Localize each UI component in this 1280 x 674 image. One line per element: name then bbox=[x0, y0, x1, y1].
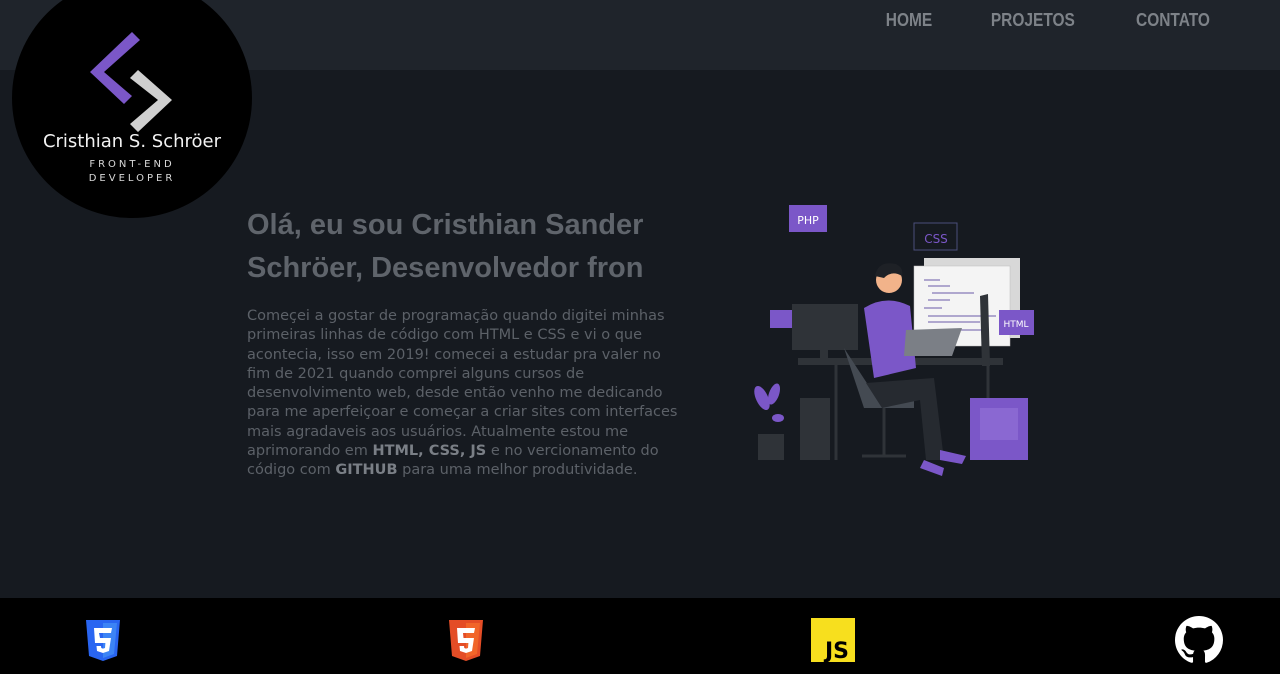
hero-headline: Olá, eu sou Cristhian Sander Schröer, De… bbox=[247, 209, 644, 284]
logo-mark-icon bbox=[90, 32, 172, 132]
css-tag: CSS bbox=[924, 232, 948, 246]
logo-name: Cristhian S. Schröer bbox=[42, 131, 222, 152]
developer-illustration: PHP CSS HTML bbox=[754, 205, 1034, 476]
main-nav: HOME PROJETOS CONTATO bbox=[882, 10, 1216, 31]
about-highlight-tech: HTML, CSS, JS bbox=[372, 443, 487, 460]
nav-projetos-link[interactable]: PROJETOS bbox=[991, 10, 1075, 31]
about-text-1: Começei a gostar de programação quando d… bbox=[247, 308, 678, 460]
site-logo[interactable]: Cristhian S. Schröer FRONT-END DEVELOPER bbox=[12, 0, 252, 218]
html-tag: HTML bbox=[1003, 320, 1028, 330]
about-highlight-github: GITHUB bbox=[335, 462, 398, 479]
css3-icon[interactable] bbox=[447, 618, 485, 662]
footer-bar bbox=[0, 598, 1280, 674]
nav-contato-link[interactable]: CONTATO bbox=[1136, 10, 1210, 31]
php-tag: PHP bbox=[797, 214, 819, 227]
nav-home-link[interactable]: HOME bbox=[886, 10, 932, 31]
js-label: JS bbox=[823, 639, 849, 662]
about-paragraph: Começei a gostar de programação quando d… bbox=[247, 307, 687, 481]
about-text-3: para uma melhor produtividade. bbox=[397, 462, 638, 479]
logo-role-line2: DEVELOPER bbox=[88, 173, 176, 184]
javascript-icon[interactable]: JS bbox=[811, 618, 855, 662]
logo-role-line1: FRONT-END bbox=[89, 159, 175, 170]
html5-icon[interactable] bbox=[84, 618, 122, 662]
github-icon[interactable] bbox=[1175, 616, 1223, 664]
